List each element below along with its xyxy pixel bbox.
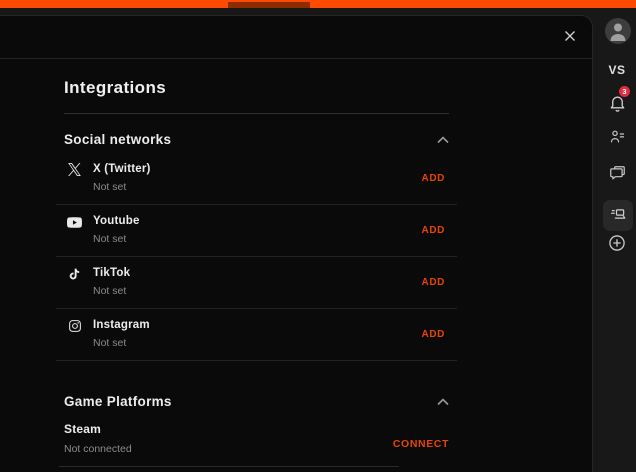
platform-status: Not connected (64, 443, 393, 456)
section-title: Game Platforms (64, 394, 172, 409)
add-instagram-button[interactable]: ADD (422, 329, 445, 340)
row-main: Steam Not connected (64, 422, 393, 456)
add-circle-icon (607, 233, 627, 256)
chevron-up-icon (437, 394, 449, 409)
integration-name: X (Twitter) (93, 162, 412, 176)
integration-status: Not set (93, 181, 412, 194)
add-button[interactable] (607, 234, 627, 254)
top-accent-bar-segment (228, 2, 310, 8)
add-x-twitter-button[interactable]: ADD (422, 173, 445, 184)
chat-button[interactable] (608, 166, 626, 184)
row-main: X (Twitter) Not set (93, 153, 412, 194)
row-main: TikTok Not set (93, 257, 412, 298)
row-instagram: Instagram Not set ADD (56, 309, 457, 361)
row-youtube: Youtube Not set ADD (56, 205, 457, 257)
close-icon (563, 29, 577, 46)
avatar[interactable] (605, 18, 631, 44)
notification-badge: 3 (619, 86, 630, 97)
platform-name: Steam (64, 422, 393, 437)
social-networks-list: X (Twitter) Not set ADD Youtube Not set … (56, 153, 457, 361)
contacts-button[interactable] (608, 129, 626, 147)
bell-icon (608, 94, 627, 116)
modal-body: Integrations Social networks X (Twitter)… (0, 79, 592, 467)
integration-name: Instagram (93, 318, 412, 332)
tiktok-icon (66, 267, 83, 281)
user-icon (605, 18, 631, 44)
page-title: Integrations (64, 79, 592, 97)
add-tiktok-button[interactable]: ADD (422, 277, 445, 288)
connect-steam-button[interactable]: CONNECT (393, 438, 449, 450)
contacts-icon (609, 128, 626, 148)
integrations-modal: Integrations Social networks X (Twitter)… (0, 15, 593, 472)
row-main: Youtube Not set (93, 205, 412, 246)
divider (59, 466, 399, 467)
collapse-section-button[interactable] (437, 132, 449, 147)
x-twitter-icon (66, 163, 83, 176)
integration-status: Not set (93, 233, 412, 246)
section-header-social-networks: Social networks (64, 131, 449, 147)
divider (64, 113, 449, 114)
row-main: Instagram Not set (93, 309, 412, 350)
row-steam: Steam Not connected CONNECT (64, 422, 449, 456)
chevron-up-icon (437, 132, 449, 147)
integration-status: Not set (93, 337, 412, 350)
stream-button-active[interactable] (603, 200, 633, 231)
integration-name: Youtube (93, 214, 412, 228)
add-youtube-button[interactable]: ADD (422, 225, 445, 236)
integration-status: Not set (93, 285, 412, 298)
section-title: Social networks (64, 132, 171, 147)
vs-logo[interactable]: VS (598, 63, 636, 77)
row-tiktok: TikTok Not set ADD (56, 257, 457, 309)
top-accent-bar (0, 0, 636, 8)
close-button[interactable] (557, 24, 583, 50)
stream-icon (609, 205, 627, 226)
section-header-game-platforms: Game Platforms (64, 393, 449, 409)
chat-icon (609, 165, 626, 185)
modal-header (0, 16, 592, 59)
notifications-button[interactable] (606, 94, 628, 116)
integration-name: TikTok (93, 266, 412, 280)
instagram-icon (66, 319, 83, 333)
collapse-section-button[interactable] (437, 394, 449, 409)
youtube-icon (66, 215, 83, 230)
row-x-twitter: X (Twitter) Not set ADD (56, 153, 457, 205)
